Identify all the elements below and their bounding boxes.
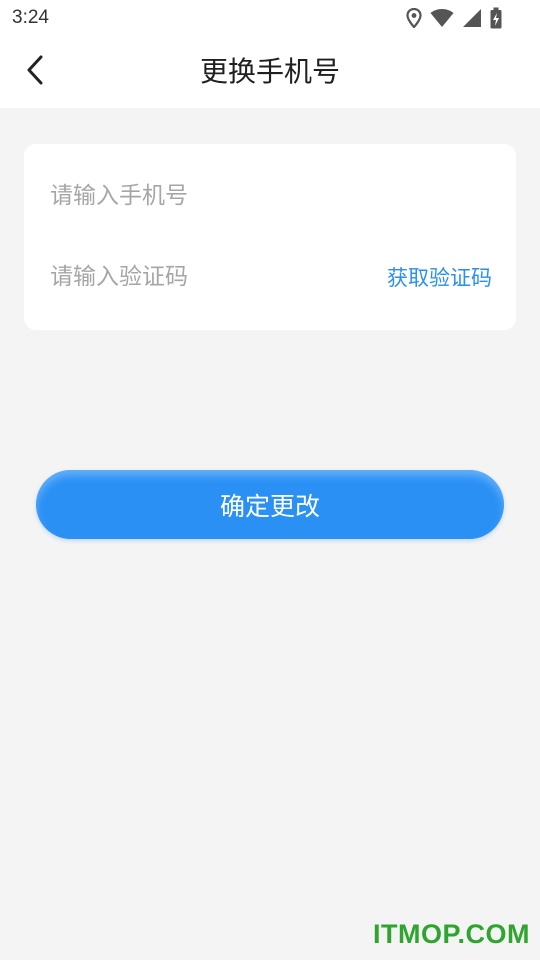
- wifi-icon: [430, 8, 454, 28]
- phone-row: [24, 166, 516, 226]
- confirm-button-label: 确定更改: [219, 491, 320, 521]
- verification-code-input[interactable]: [50, 247, 387, 307]
- form-card: 获取验证码: [24, 144, 516, 330]
- confirm-change-button[interactable]: 确定更改: [36, 470, 504, 539]
- nav-bar: 更换手机号: [0, 36, 540, 108]
- watermark: ITMOP.COM: [372, 919, 530, 949]
- page-title: 更换手机号: [199, 55, 340, 88]
- status-bar: 3:24: [0, 0, 540, 36]
- get-code-button[interactable]: 获取验证码: [387, 262, 492, 292]
- status-icons: [406, 7, 502, 29]
- status-time: 3:24: [12, 7, 49, 28]
- location-icon: [406, 8, 422, 28]
- cellular-signal-icon: [462, 8, 482, 28]
- code-row: 获取验证码: [24, 247, 516, 307]
- phone-input[interactable]: [50, 166, 516, 226]
- battery-charging-icon: [490, 7, 502, 29]
